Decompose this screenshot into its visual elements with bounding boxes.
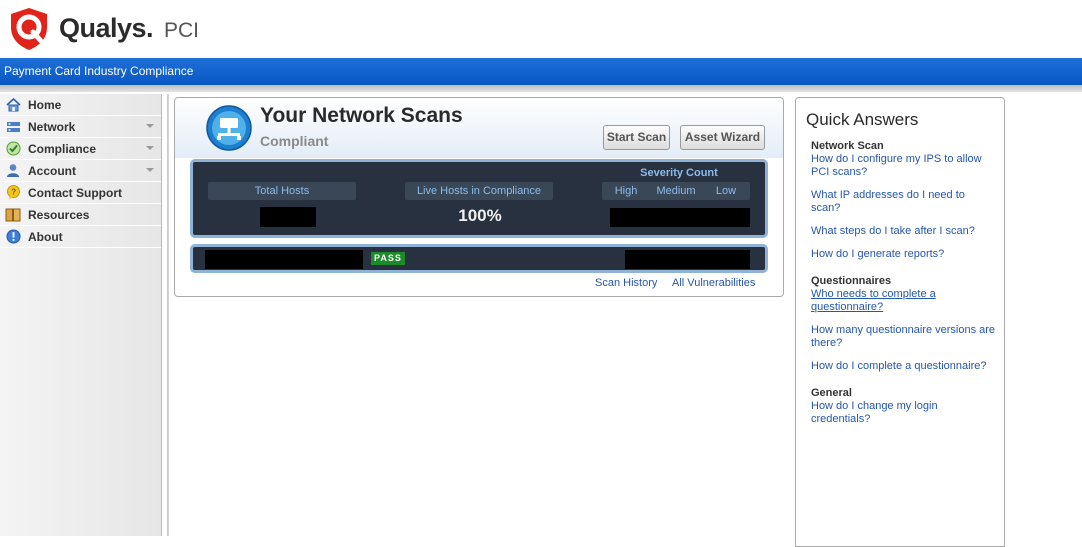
live-hosts-header: Live Hosts in Compliance xyxy=(405,182,553,200)
compliance-status: Compliant xyxy=(260,133,329,149)
qa-link[interactable]: How do I configure my IPS to allow PCI s… xyxy=(811,153,996,179)
sidebar-item-label: Contact Support xyxy=(28,185,122,200)
sidebar-item-account[interactable]: Account xyxy=(0,160,161,182)
severity-medium-label: Medium xyxy=(656,185,696,197)
sidebar-divider xyxy=(168,94,169,536)
qa-link[interactable]: How do I generate reports? xyxy=(811,248,996,261)
scan-result-row[interactable]: PASS xyxy=(190,244,768,273)
sidebar-item-about[interactable]: About xyxy=(0,226,161,248)
sidebar-item-label: Resources xyxy=(28,207,90,222)
app-header: Qualys. PCI xyxy=(0,0,1082,58)
panel-header: Your Network Scans Compliant Start Scan … xyxy=(175,98,783,158)
scan-history-link[interactable]: Scan History xyxy=(595,277,657,289)
compliance-check-icon xyxy=(5,141,21,157)
svg-text:?: ? xyxy=(11,188,16,197)
sidebar-item-network[interactable]: Network xyxy=(0,116,161,138)
banner-divider xyxy=(0,85,1082,92)
sidebar-item-resources[interactable]: Resources xyxy=(0,204,161,226)
user-icon xyxy=(5,163,21,179)
home-icon xyxy=(5,97,21,113)
brand-name: Qualys. xyxy=(59,13,154,43)
all-vulnerabilities-link[interactable]: All Vulnerabilities xyxy=(672,277,755,289)
info-icon xyxy=(5,229,21,245)
total-hosts-header: Total Hosts xyxy=(208,182,356,200)
network-scan-icon xyxy=(206,105,252,151)
qa-link[interactable]: Who needs to complete a questionnaire? xyxy=(811,288,996,314)
sidebar-item-label: About xyxy=(28,229,63,244)
scan-summary-box: Severity Count Total Hosts Live Hosts in… xyxy=(190,159,768,238)
quick-answers-panel: Quick Answers Network Scan How do I conf… xyxy=(795,97,1005,547)
qa-link[interactable]: How many questionnaire versions are ther… xyxy=(811,324,996,350)
chevron-down-icon[interactable] xyxy=(146,146,154,150)
qualys-shield-logo-icon[interactable] xyxy=(9,7,49,51)
qa-link[interactable]: What IP addresses do I need to scan? xyxy=(811,189,996,215)
sidebar-item-compliance[interactable]: Compliance xyxy=(0,138,161,160)
network-icon xyxy=(5,119,21,135)
network-scans-panel: Your Network Scans Compliant Start Scan … xyxy=(174,97,784,297)
total-hosts-value-redacted xyxy=(260,207,316,227)
severity-low-label: Low xyxy=(715,185,737,197)
chevron-down-icon[interactable] xyxy=(146,168,154,172)
scan-date-redacted xyxy=(625,250,750,269)
chevron-down-icon[interactable] xyxy=(146,124,154,128)
banner: Payment Card Industry Compliance xyxy=(0,58,1082,85)
sidebar-item-label: Network xyxy=(28,119,76,134)
qa-link[interactable]: How do I change my login credentials? xyxy=(811,400,996,426)
pass-badge: PASS xyxy=(371,252,405,265)
page-title: Your Network Scans xyxy=(260,104,463,127)
severity-high-label: High xyxy=(614,185,638,197)
qa-link[interactable]: What steps do I take after I scan? xyxy=(811,225,996,238)
sidebar: Home Network Compliance Account ? Contac… xyxy=(0,94,168,536)
sidebar-item-home[interactable]: Home xyxy=(0,94,161,116)
qa-link[interactable]: How do I complete a questionnaire? xyxy=(811,360,996,373)
severity-header-row: High Medium Low xyxy=(602,182,750,200)
scan-target-redacted xyxy=(205,250,363,269)
sidebar-item-label: Account xyxy=(28,163,76,178)
start-scan-button[interactable]: Start Scan xyxy=(603,125,670,150)
qa-section-heading: Questionnaires xyxy=(811,275,892,287)
quick-answers-title: Quick Answers xyxy=(806,110,919,129)
live-hosts-value: 100% xyxy=(458,206,502,225)
severity-count-title: Severity Count xyxy=(640,167,718,179)
sidebar-item-label: Home xyxy=(28,97,62,112)
sidebar-item-contact-support[interactable]: ? Contact Support xyxy=(0,182,161,204)
support-bubble-icon: ? xyxy=(5,185,21,201)
asset-wizard-button[interactable]: Asset Wizard xyxy=(680,125,765,150)
sidebar-item-label: Compliance xyxy=(28,141,97,156)
qa-section-heading: General xyxy=(811,387,852,399)
book-icon xyxy=(5,207,21,223)
brand-product: PCI xyxy=(164,19,200,42)
severity-values-redacted xyxy=(610,208,750,227)
qa-section-heading: Network Scan xyxy=(811,140,884,152)
